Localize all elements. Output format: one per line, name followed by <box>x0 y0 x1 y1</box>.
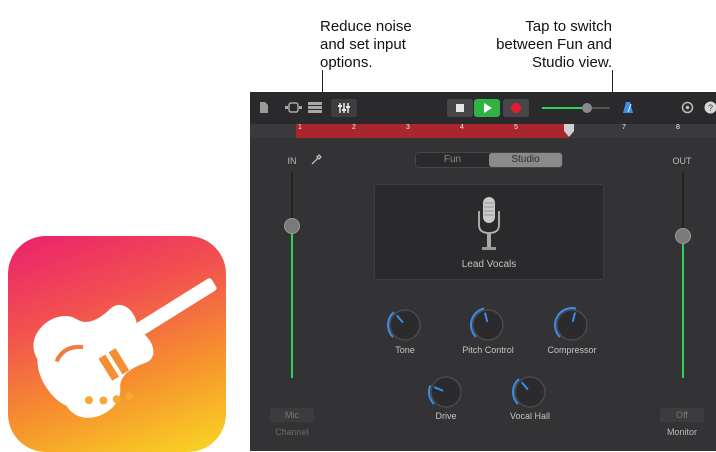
output-level-meter <box>682 238 684 378</box>
channel-mic-button[interactable]: Mic <box>270 408 314 422</box>
tone-knob[interactable] <box>385 305 425 345</box>
compressor-knob-label: Compressor <box>522 345 622 355</box>
ruler-recorded-region <box>296 124 568 138</box>
fun-studio-toggle: Fun Studio <box>415 152 563 168</box>
compressor-knob[interactable] <box>552 305 592 345</box>
ruler-mark: 7 <box>622 124 626 131</box>
output-label: OUT <box>670 156 694 166</box>
garageband-app-icon <box>8 236 226 452</box>
metronome-icon[interactable] <box>622 101 634 114</box>
callout-view-switch: Tap to switch between Fun and Studio vie… <box>470 18 612 72</box>
microphone-preset-panel[interactable]: Lead Vocals <box>374 184 604 280</box>
help-icon[interactable]: ? <box>704 101 716 114</box>
settings-icon[interactable] <box>681 101 694 114</box>
drive-knob[interactable] <box>426 372 466 412</box>
ruler-mark: 4 <box>460 124 464 131</box>
record-button[interactable] <box>503 99 529 117</box>
input-label: IN <box>280 156 304 166</box>
stop-button[interactable] <box>447 99 473 117</box>
document-icon[interactable] <box>259 101 269 114</box>
channel-label: Channel <box>266 427 318 437</box>
mixer-button[interactable] <box>331 99 357 117</box>
knob-graphic <box>385 305 425 345</box>
loop-icon[interactable] <box>285 102 303 113</box>
preset-name: Lead Vocals <box>439 259 539 270</box>
master-volume-thumb[interactable] <box>582 103 592 113</box>
stop-icon <box>447 99 473 117</box>
master-volume-fill <box>542 107 582 109</box>
control-bar: ? <box>250 92 716 124</box>
tab-fun[interactable]: Fun <box>416 153 489 167</box>
input-level-slider[interactable] <box>284 218 300 234</box>
play-button[interactable] <box>474 99 500 117</box>
mixer-icon <box>331 99 357 117</box>
knob-graphic <box>468 305 508 345</box>
record-icon <box>503 99 529 117</box>
output-level-slider[interactable] <box>675 228 691 244</box>
ruler-mark: 8 <box>676 124 680 131</box>
tracks-icon[interactable] <box>308 101 322 114</box>
monitor-off-button[interactable]: Off <box>660 408 704 422</box>
tab-studio[interactable]: Studio <box>489 153 562 167</box>
pitch-control-knob[interactable] <box>468 305 508 345</box>
play-icon <box>474 99 500 117</box>
vocal-hall-knob[interactable] <box>510 372 550 412</box>
callout-input-options: Reduce noise and set input options. <box>320 18 480 72</box>
playhead-icon[interactable] <box>563 124 575 138</box>
master-volume-slider[interactable] <box>542 107 610 109</box>
microphone-icon <box>474 195 504 255</box>
ruler-mark: 3 <box>406 124 410 131</box>
ruler-mark: 2 <box>352 124 356 131</box>
audio-recorder-screen: ? 1 2 3 4 5 6 7 8 IN Mic Channel Fun Stu… <box>250 92 716 451</box>
svg-text:?: ? <box>708 103 713 113</box>
knob-graphic <box>510 372 550 412</box>
knob-graphic <box>426 372 466 412</box>
monitor-label: Monitor <box>654 427 710 437</box>
garageband-guitar-icon <box>8 236 226 452</box>
vocal-hall-knob-label: Vocal Hall <box>480 411 580 421</box>
timeline-ruler[interactable]: 1 2 3 4 5 6 7 8 <box>250 124 716 138</box>
ruler-mark: 1 <box>298 124 302 131</box>
input-settings-icon[interactable] <box>310 154 322 166</box>
ruler-mark: 5 <box>514 124 518 131</box>
knob-graphic <box>552 305 592 345</box>
input-level-meter <box>291 230 293 378</box>
